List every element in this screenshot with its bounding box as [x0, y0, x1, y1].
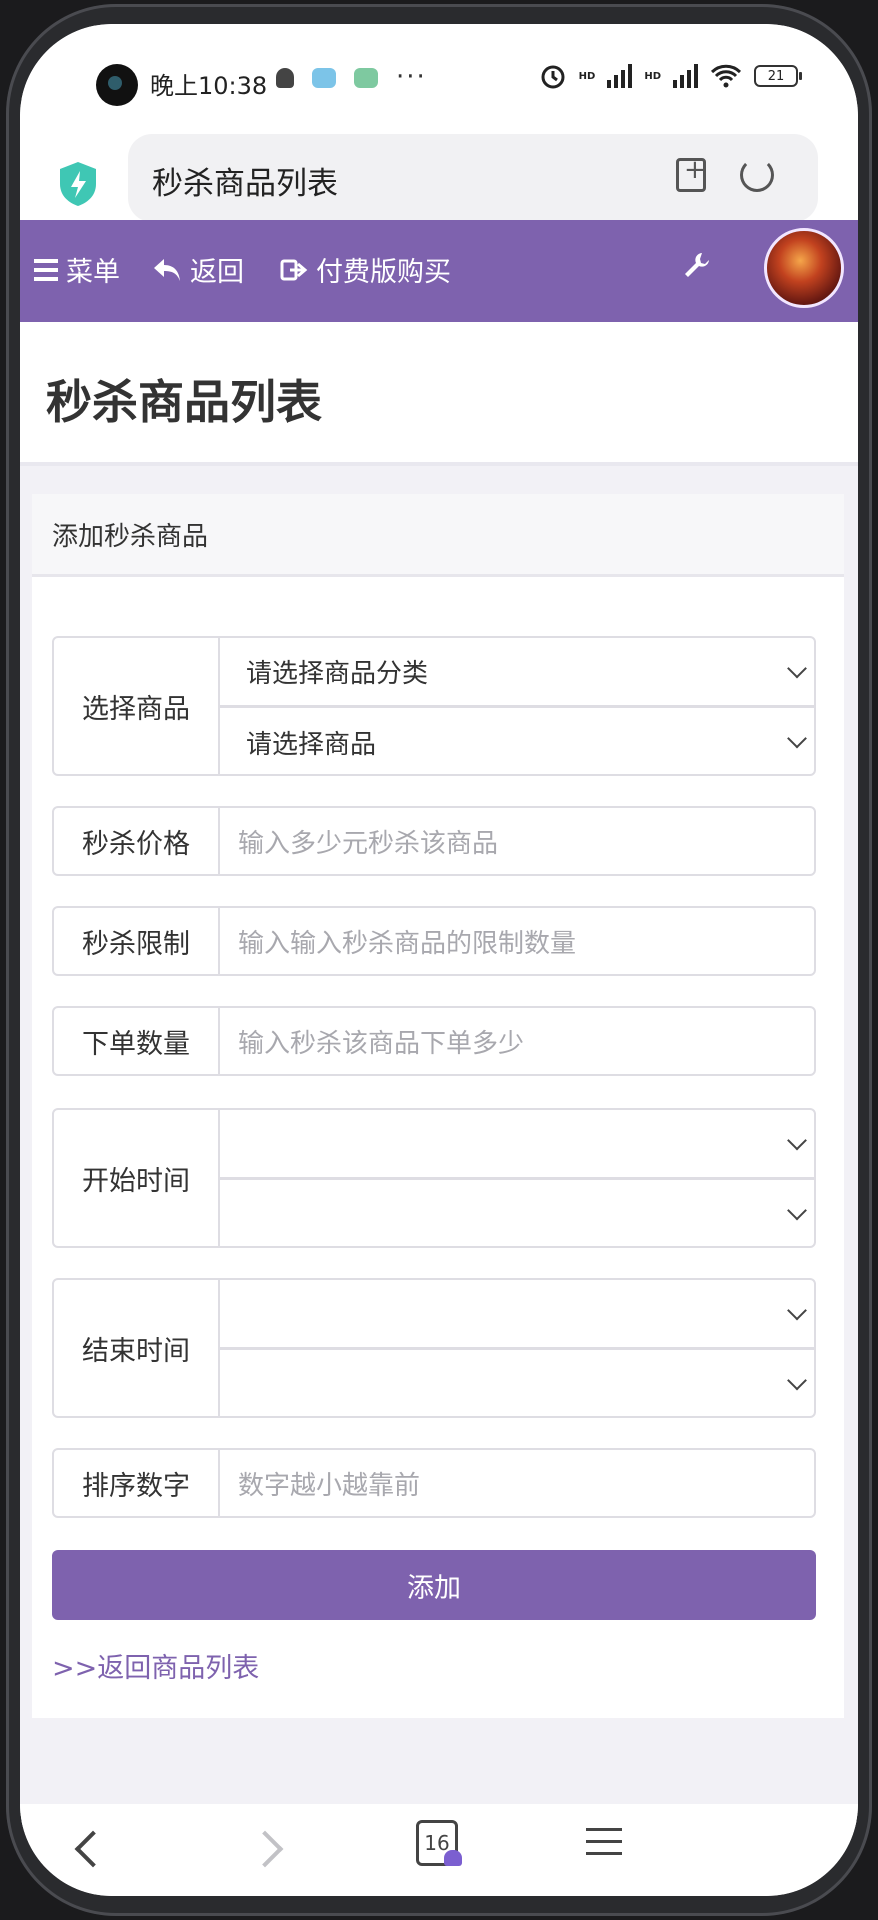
nav-menu-label: 菜单 — [66, 257, 120, 288]
top-nav: 菜单 返回 付费版购买 — [20, 220, 858, 322]
cloud-app-icon — [312, 68, 336, 88]
nav-back-button[interactable]: 返回 — [152, 250, 244, 289]
limit-label: 秒杀限制 — [54, 908, 220, 974]
category-select-value: 请选择商品分类 — [246, 659, 429, 689]
chevron-down-icon — [787, 1130, 807, 1150]
url-page-title: 秒杀商品列表 — [152, 166, 338, 202]
add-flash-sale-card: 添加秒杀商品 选择商品 请选择商品分类 请选择商品 秒杀价格 输入多少元秒杀该商… — [32, 494, 844, 1718]
nav-back-label: 返回 — [190, 257, 244, 288]
add-button[interactable]: 添加 — [52, 1550, 816, 1620]
end-time-label: 结束时间 — [54, 1280, 220, 1416]
status-time: 晚上10:38 — [150, 72, 268, 100]
ghost-badge-icon — [444, 1850, 462, 1866]
system-icons: HD HD 21 — [539, 62, 802, 90]
start-hour-select[interactable] — [220, 1180, 814, 1248]
page-header: 秒杀商品列表 — [20, 322, 858, 466]
nav-buy-label: 付费版购买 — [316, 257, 451, 288]
end-date-select[interactable] — [220, 1280, 814, 1350]
start-time-label: 开始时间 — [54, 1110, 220, 1246]
bookmark-add-icon[interactable] — [676, 155, 706, 192]
reload-icon[interactable] — [740, 158, 774, 192]
order-qty-input[interactable]: 输入秒杀该商品下单多少 — [220, 1008, 814, 1074]
more-notifications-icon: ··· — [396, 62, 427, 92]
sort-group: 排序数字 数字越小越靠前 — [52, 1448, 816, 1518]
browser-bottom-bar: 16 — [20, 1804, 858, 1896]
back-to-list-link[interactable]: >>返回商品列表 — [52, 1646, 259, 1685]
nav-menu-button[interactable]: 菜单 — [34, 250, 120, 289]
avatar[interactable] — [764, 228, 844, 308]
wifi-icon — [710, 64, 742, 88]
hd-label-2: HD — [644, 70, 661, 82]
product-select[interactable]: 请选择商品 — [220, 708, 814, 776]
price-input[interactable]: 输入多少元秒杀该商品 — [220, 808, 814, 874]
price-group: 秒杀价格 输入多少元秒杀该商品 — [52, 806, 816, 876]
forward-arrow-icon[interactable] — [246, 1830, 284, 1868]
battery-icon: 21 — [754, 65, 802, 87]
select-product-label: 选择商品 — [54, 638, 220, 774]
url-field[interactable]: 秒杀商品列表 — [128, 134, 818, 222]
limit-input[interactable]: 输入输入秒杀商品的限制数量 — [220, 908, 814, 974]
sort-label: 排序数字 — [54, 1450, 220, 1516]
status-bar: 晚上10:38 ··· HD HD 21 — [20, 24, 858, 134]
reply-icon — [154, 258, 180, 281]
hd-label-1: HD — [578, 70, 596, 82]
start-date-select[interactable] — [220, 1110, 814, 1180]
signal-icon-1 — [607, 64, 633, 88]
page-title: 秒杀商品列表 — [46, 375, 322, 429]
hamburger-icon — [34, 258, 58, 281]
signal-icon-2 — [673, 64, 698, 88]
sign-out-icon — [280, 259, 308, 280]
chevron-down-icon — [787, 1370, 807, 1391]
notification-icons — [276, 68, 378, 88]
chevron-down-icon — [787, 1200, 807, 1221]
chevron-down-icon — [787, 728, 807, 749]
category-select[interactable]: 请选择商品分类 — [220, 638, 814, 708]
front-camera — [96, 64, 138, 106]
product-select-value: 请选择商品 — [246, 729, 377, 760]
end-time-group: 结束时间 — [52, 1278, 816, 1418]
chevron-down-icon — [787, 658, 807, 678]
screen: 晚上10:38 ··· HD HD 21 秒杀商品列表 + 菜单 返回 付费版购… — [20, 24, 858, 1896]
card-header: 添加秒杀商品 — [32, 494, 844, 577]
back-arrow-icon[interactable] — [74, 1830, 112, 1868]
wrench-icon[interactable] — [682, 250, 712, 280]
price-label: 秒杀价格 — [54, 808, 220, 874]
select-product-group: 选择商品 请选择商品分类 请选择商品 — [52, 636, 816, 776]
chevron-down-icon — [787, 1300, 807, 1320]
start-time-group: 开始时间 — [52, 1108, 816, 1248]
nav-buy-button[interactable]: 付费版购买 — [280, 250, 451, 289]
order-qty-group: 下单数量 输入秒杀该商品下单多少 — [52, 1006, 816, 1076]
menu-icon[interactable] — [586, 1828, 622, 1855]
shield-icon[interactable] — [56, 160, 100, 208]
limit-group: 秒杀限制 输入输入秒杀商品的限制数量 — [52, 906, 816, 976]
green-app-icon — [354, 68, 378, 88]
end-hour-select[interactable] — [220, 1350, 814, 1418]
alarm-icon — [541, 65, 565, 89]
penguin-icon — [276, 68, 294, 88]
order-qty-label: 下单数量 — [54, 1008, 220, 1074]
sort-input[interactable]: 数字越小越靠前 — [220, 1450, 814, 1516]
card-title: 添加秒杀商品 — [52, 522, 209, 552]
